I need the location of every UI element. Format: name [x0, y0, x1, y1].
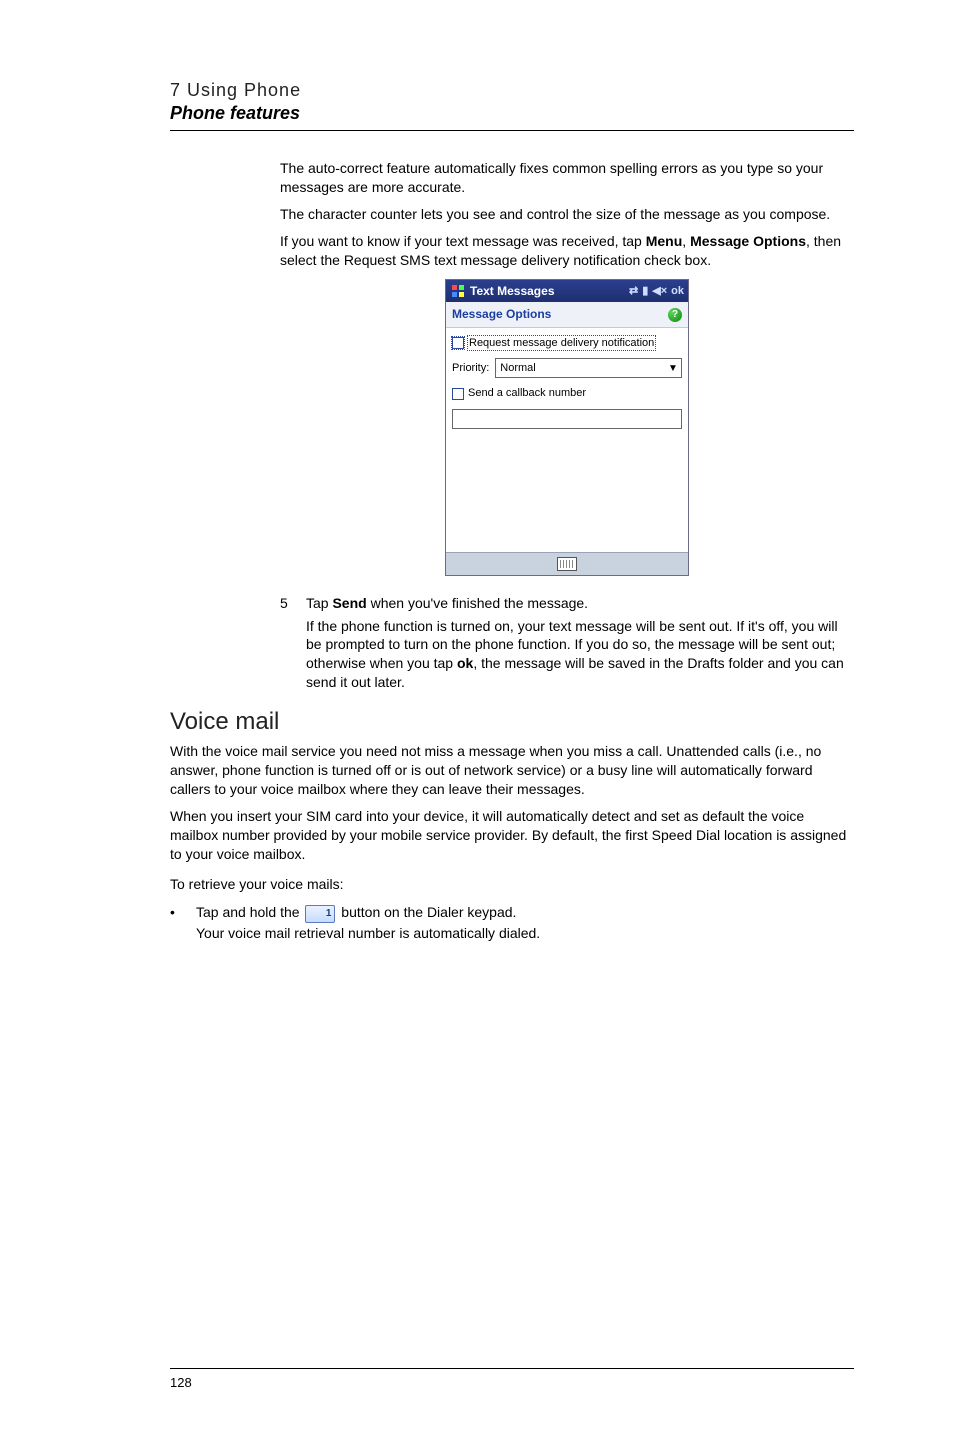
step-5-follow-b: ok	[457, 655, 473, 671]
checkbox-row-request[interactable]: Request message delivery notification	[452, 336, 682, 351]
voicemail-body: With the voice mail service you need not…	[170, 742, 854, 944]
chapter-title: 7 Using Phone	[170, 80, 854, 101]
voicemail-p1: With the voice mail service you need not…	[170, 742, 854, 799]
intro-p1: The auto-correct feature automatically f…	[280, 159, 854, 197]
checkbox-request[interactable]	[452, 337, 464, 349]
page: 7 Using Phone Phone features The auto-co…	[0, 0, 954, 1430]
step-5-pre: Tap	[306, 595, 332, 611]
start-icon[interactable]	[450, 283, 466, 299]
priority-row: Priority: Normal ▼	[452, 358, 682, 378]
voicemail-bullet-pre: Tap and hold the	[196, 904, 303, 920]
step-5-number: 5	[280, 594, 306, 613]
dialer-key-1-icon	[305, 905, 335, 923]
voicemail-bullet-sub: Your voice mail retrieval number is auto…	[196, 923, 854, 944]
volume-icon[interactable]: ◀×	[652, 284, 667, 299]
intro-block: The auto-correct feature automatically f…	[280, 159, 854, 692]
step-5-post: when you've finished the message.	[367, 595, 588, 611]
voicemail-bullet-post: button on the Dialer keypad.	[337, 904, 516, 920]
voicemail-p2: When you insert your SIM card into your …	[170, 807, 854, 864]
step-5-text: Tap Send when you've finished the messag…	[306, 594, 588, 613]
intro-p3-b2: Message Options	[690, 233, 806, 249]
mobile-window: Text Messages ⇄ ▮ ◀× ok Message Options …	[445, 279, 689, 575]
intro-p3-mid: ,	[682, 233, 690, 249]
priority-value: Normal	[500, 361, 535, 376]
step-5-followup: If the phone function is turned on, your…	[306, 617, 854, 693]
checkbox-callback-label: Send a callback number	[468, 386, 586, 401]
intro-p3-pre: If you want to know if your text message…	[280, 233, 646, 249]
voicemail-heading: Voice mail	[170, 708, 854, 736]
mobile-bottombar	[446, 552, 688, 575]
checkbox-request-label: Request message delivery notification	[468, 336, 655, 351]
signal-icon[interactable]: ▮	[642, 284, 648, 299]
step-5-b: Send	[332, 595, 366, 611]
connectivity-icon[interactable]: ⇄	[629, 284, 638, 299]
screenshot-container: Text Messages ⇄ ▮ ◀× ok Message Options …	[280, 279, 854, 575]
page-number: 128	[170, 1368, 854, 1390]
chevron-down-icon: ▼	[667, 362, 679, 376]
voicemail-bullet-text: Tap and hold the button on the Dialer ke…	[196, 902, 854, 923]
mobile-title: Text Messages	[470, 283, 629, 299]
mobile-subbar: Message Options ?	[446, 302, 688, 327]
checkbox-row-callback[interactable]: Send a callback number	[452, 386, 682, 401]
help-icon[interactable]: ?	[668, 308, 682, 322]
section-title: Phone features	[170, 103, 854, 124]
intro-p3-b1: Menu	[646, 233, 683, 249]
ok-button[interactable]: ok	[671, 284, 684, 299]
bullet-dot: •	[170, 902, 196, 923]
checkbox-callback[interactable]	[452, 388, 464, 400]
intro-p2: The character counter lets you see and c…	[280, 205, 854, 224]
intro-p3: If you want to know if your text message…	[280, 232, 854, 270]
step-5: 5 Tap Send when you've finished the mess…	[280, 594, 854, 613]
keyboard-icon[interactable]	[557, 557, 577, 571]
mobile-tray: ⇄ ▮ ◀× ok	[629, 284, 684, 299]
voicemail-task: To retrieve your voice mails:	[170, 875, 854, 894]
mobile-subtitle: Message Options	[452, 306, 551, 322]
priority-select[interactable]: Normal ▼	[495, 358, 682, 378]
priority-label: Priority:	[452, 361, 489, 376]
voicemail-bullet: • Tap and hold the button on the Dialer …	[170, 902, 854, 923]
mobile-titlebar: Text Messages ⇄ ▮ ◀× ok	[446, 280, 688, 302]
mobile-content: Request message delivery notification Pr…	[446, 328, 688, 552]
page-header: 7 Using Phone Phone features	[170, 80, 854, 131]
callback-number-input[interactable]	[452, 409, 682, 429]
